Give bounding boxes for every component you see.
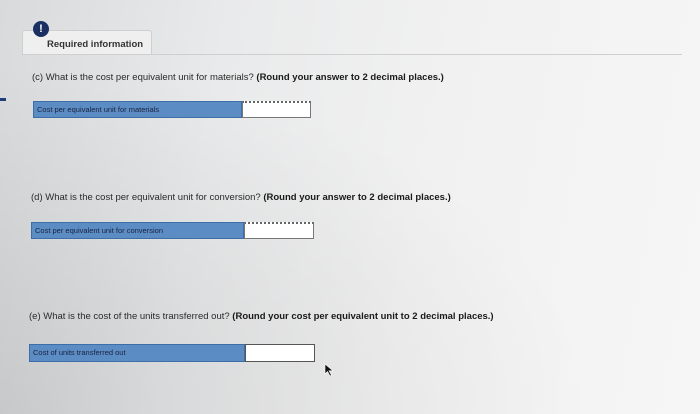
question-c-text: (c) What is the cost per equivalent unit… xyxy=(32,72,254,83)
answer-row-e: Cost of units transferred out xyxy=(29,344,315,362)
left-edge-marker xyxy=(0,98,6,101)
question-d: (d) What is the cost per equivalent unit… xyxy=(31,192,451,203)
question-e: (e) What is the cost of the units transf… xyxy=(29,311,494,322)
conversion-cost-input[interactable] xyxy=(244,222,314,239)
transferred-out-cost-input[interactable] xyxy=(245,344,315,362)
field-label-materials: Cost per equivalent unit for materials xyxy=(33,101,242,118)
tab-divider xyxy=(22,54,682,55)
required-information-tab[interactable]: ! Required information xyxy=(22,21,152,55)
answer-row-d: Cost per equivalent unit for conversion xyxy=(31,222,314,239)
field-label-transferred-out: Cost of units transferred out xyxy=(29,344,245,362)
tab-label: Required information xyxy=(47,39,144,50)
field-label-conversion: Cost per equivalent unit for conversion xyxy=(31,222,244,239)
question-c-emphasis: (Round your answer to 2 decimal places.) xyxy=(256,72,444,83)
question-e-emphasis: (Round your cost per equivalent unit to … xyxy=(232,311,494,322)
info-icon: ! xyxy=(33,21,49,37)
question-d-text: (d) What is the cost per equivalent unit… xyxy=(31,192,261,203)
answer-row-c: Cost per equivalent unit for materials xyxy=(33,101,311,118)
question-c: (c) What is the cost per equivalent unit… xyxy=(32,72,444,83)
question-d-emphasis: (Round your answer to 2 decimal places.) xyxy=(263,192,451,203)
materials-cost-input[interactable] xyxy=(242,101,311,118)
mouse-cursor-icon xyxy=(324,363,334,377)
question-e-text: (e) What is the cost of the units transf… xyxy=(29,311,230,322)
